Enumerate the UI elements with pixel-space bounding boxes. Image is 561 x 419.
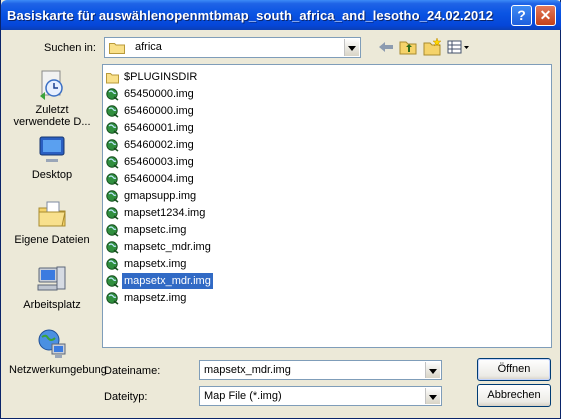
places-bar: Zuletzt verwendete D... Desktop Eigene D…: [9, 64, 107, 390]
list-item[interactable]: 65460003.img: [106, 154, 196, 170]
filename-input[interactable]: mapsetx_mdr.img: [204, 364, 291, 376]
title-bar[interactable]: Basiskarte für auswählenopenmtbmap_south…: [1, 0, 561, 30]
garmin-map-file-icon: [106, 104, 119, 118]
my-computer-icon: [37, 266, 66, 291]
filetype-label: Dateityp:: [104, 391, 148, 403]
garmin-map-file-icon: [106, 138, 119, 152]
lookin-value: africa: [135, 41, 162, 53]
recent-docs-icon: [40, 70, 63, 100]
garmin-map-file-icon: [106, 87, 119, 101]
filename-dropdown-arrow[interactable]: [425, 362, 440, 378]
view-menu-icon[interactable]: [446, 37, 472, 57]
list-item[interactable]: 65460002.img: [106, 137, 196, 153]
filetype-dropdown-arrow[interactable]: [425, 388, 440, 404]
desktop-icon: [39, 136, 65, 162]
my-documents-icon: [38, 201, 66, 227]
filetype-value: Map File (*.img): [204, 390, 282, 402]
garmin-map-file-icon: [106, 172, 119, 186]
folder-icon: [106, 72, 119, 84]
lookin-combo[interactable]: africa: [104, 37, 361, 58]
lookin-dropdown-arrow[interactable]: [344, 39, 359, 56]
garmin-map-file-icon: [106, 291, 119, 305]
place-label: Desktop: [31, 169, 73, 181]
open-button[interactable]: Öffnen: [477, 358, 551, 381]
garmin-map-file-icon: [106, 189, 119, 203]
filetype-select[interactable]: Map File (*.img): [199, 386, 442, 406]
network-icon: [38, 329, 66, 358]
garmin-map-file-icon: [106, 274, 119, 288]
close-button[interactable]: ✕: [535, 5, 556, 26]
place-recent[interactable]: Zuletzt verwendete D...: [9, 68, 95, 128]
garmin-map-file-icon: [106, 257, 119, 271]
list-item[interactable]: 65460004.img: [106, 171, 196, 187]
window-title: Basiskarte für auswählenopenmtbmap_south…: [7, 8, 494, 23]
back-arrow-icon[interactable]: [376, 37, 396, 57]
list-item[interactable]: gmapsupp.img: [106, 188, 198, 204]
place-label: Netzwerkumgebung: [9, 364, 107, 376]
file-list[interactable]: $PLUGINSDIR 65450000.img 65460000.img 65…: [102, 64, 552, 348]
list-item[interactable]: 65460000.img: [106, 103, 196, 119]
garmin-map-file-icon: [106, 206, 119, 220]
place-network[interactable]: Netzwerkumgebung: [9, 328, 107, 376]
place-desktop[interactable]: Desktop: [9, 133, 95, 181]
garmin-map-file-icon: [106, 223, 119, 237]
lookin-label: Suchen in:: [44, 42, 96, 54]
list-item[interactable]: mapsetz.img: [106, 290, 188, 306]
list-item[interactable]: 65450000.img: [106, 86, 196, 102]
file-open-dialog: Basiskarte für auswählenopenmtbmap_south…: [0, 0, 561, 419]
place-label: Arbeitsplatz: [23, 299, 81, 311]
list-item[interactable]: $PLUGINSDIR: [106, 69, 199, 85]
list-item[interactable]: 65460001.img: [106, 120, 196, 136]
filename-combo[interactable]: mapsetx_mdr.img: [199, 360, 442, 380]
garmin-map-file-icon: [106, 155, 119, 169]
place-my-computer[interactable]: Arbeitsplatz: [9, 263, 95, 311]
list-item[interactable]: mapsetx.img: [106, 256, 188, 272]
folder-icon: [109, 43, 125, 54]
garmin-map-file-icon: [106, 121, 119, 135]
place-label: Zuletzt verwendete D...: [13, 104, 91, 128]
place-my-documents[interactable]: Eigene Dateien: [9, 198, 95, 246]
list-item[interactable]: mapsetc_mdr.img: [106, 239, 213, 255]
up-folder-icon[interactable]: [398, 37, 418, 57]
new-folder-icon[interactable]: [422, 37, 442, 57]
filename-label: Dateiname:: [104, 365, 161, 377]
place-label: Eigene Dateien: [14, 234, 90, 246]
list-item[interactable]: mapsetc.img: [106, 222, 188, 238]
garmin-map-file-icon: [106, 240, 119, 254]
list-item[interactable]: mapset1234.img: [106, 205, 207, 221]
list-item-selected[interactable]: mapsetx_mdr.img: [106, 272, 214, 290]
cancel-button[interactable]: Abbrechen: [477, 384, 551, 407]
help-button[interactable]: ?: [511, 5, 532, 26]
